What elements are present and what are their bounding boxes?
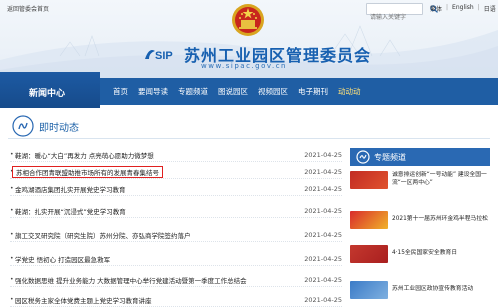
sidebar-item[interactable]: 4·15全民国家安全教育日 — [350, 244, 490, 264]
sidebar-item[interactable]: 2021第十一届苏州环金鸡半程马拉松 — [350, 210, 490, 230]
news-item[interactable]: • 学党史 悟初心 打造园区最急救军 2021-04-25 — [10, 252, 342, 266]
nav-item-topics[interactable]: 专题频道 — [173, 78, 213, 105]
news-date: 2021-04-25 — [304, 275, 342, 284]
news-title[interactable]: 鞋湖：扎实开展“沉浸式”党史学习教育 — [15, 206, 302, 216]
news-date: 2021-04-25 — [304, 167, 342, 176]
topic-thumbnail — [350, 211, 388, 229]
nav-items: 首页 要闻导读 专题频道 图说园区 视频园区 电子期刊 动动动 — [108, 78, 366, 105]
sidebar-item-text[interactable]: 4·15全民国家安全教育日 — [392, 250, 457, 258]
news-title[interactable]: 旗工交叉研究院（研究生院）苏州分院、亦弘商学院签约落户 — [15, 230, 302, 240]
news-title[interactable]: 强化数据思维 提升业务能力 大数据管理中心举行党建活动暨第一季度工作总结会 — [15, 275, 302, 285]
util-link-english[interactable]: English — [452, 4, 474, 13]
util-link-japanese[interactable]: 日语 — [484, 4, 496, 13]
section-divider — [8, 138, 490, 139]
news-item[interactable]: • 旗工交叉研究院（研究生院）苏州分院、亦弘商学院签约落户 2021-04-25 — [10, 228, 342, 242]
sip-logo: SIP — [143, 45, 177, 63]
logo-text: SIP — [155, 50, 173, 62]
sidebar-item[interactable]: 诚意排运创新“一号动能” 建设全国一流“一区两中心” — [350, 170, 490, 190]
sidebar-item[interactable]: 苏州工业园区政协宣传教育活动 — [350, 280, 490, 300]
news-date: 2021-04-25 — [304, 206, 342, 215]
section-heading: 即时动态 — [8, 115, 490, 139]
news-date: 2021-04-25 — [304, 295, 342, 304]
search-box[interactable] — [366, 3, 423, 23]
search-input[interactable] — [367, 12, 415, 23]
news-item[interactable]: • 鞋湖：扎实开展“沉浸式”党史学习教育 2021-04-25 — [10, 204, 342, 218]
news-title[interactable]: 苏相合作团青联盟助推市场所有的发展青春集结号 — [12, 165, 163, 178]
topic-thumbnail — [350, 171, 388, 189]
section-title: 即时动态 — [39, 123, 79, 134]
divider: | — [446, 4, 449, 11]
national-emblem-icon — [232, 4, 264, 36]
news-item[interactable]: • 强化数据思维 提升业务能力 大数据管理中心举行党建活动暨第一季度工作总结会 … — [10, 273, 342, 287]
nav-item-news-guide[interactable]: 要闻导读 — [133, 78, 173, 105]
nav-item-videos[interactable]: 视频园区 — [253, 78, 293, 105]
back-home-link[interactable]: 返回管委会首页 — [7, 4, 49, 13]
news-date: 2021-04-25 — [304, 230, 342, 239]
news-title[interactable]: 学党史 悟初心 打造园区最急救军 — [15, 254, 302, 264]
sip-logo-icon: SIP — [145, 50, 173, 62]
topics-icon — [356, 150, 370, 164]
news-title[interactable]: 鞋湖：暖心“大白”再发力 点亮萌心愿助力微梦想 — [15, 150, 302, 160]
nav-item-photos[interactable]: 图说园区 — [213, 78, 253, 105]
news-date: 2021-04-25 — [304, 184, 342, 193]
nav-item-home[interactable]: 首页 — [108, 78, 133, 105]
section-icon — [12, 115, 34, 137]
news-item[interactable]: • 金鸡湖酒店集团扎实开展党史学习教育 2021-04-25 — [10, 182, 342, 196]
sidebar-title: 专题频道 — [374, 152, 406, 162]
site-url: www.sipac.gov.cn — [201, 62, 287, 70]
news-item[interactable]: • 园区税务主家全体党费主题上党史学习教育讲座 2021-04-25 — [10, 293, 342, 307]
util-links: 繁体 | English | 日语 — [430, 4, 496, 13]
news-date: 2021-04-25 — [304, 150, 342, 159]
util-link-traditional[interactable]: 繁体 — [430, 4, 442, 13]
topic-thumbnail — [350, 281, 388, 299]
divider: | — [477, 4, 480, 11]
sidebar-item-text[interactable]: 2021第十一届苏州环金鸡半程马拉松 — [392, 216, 488, 224]
news-date: 2021-04-25 — [304, 254, 342, 263]
news-title[interactable]: 园区税务主家全体党费主题上党史学习教育讲座 — [15, 295, 302, 305]
sidebar-item-text[interactable]: 苏州工业园区政协宣传教育活动 — [392, 286, 473, 294]
news-item-highlighted[interactable]: • 苏相合作团青联盟助推市场所有的发展青春集结号 2021-04-25 — [10, 165, 342, 179]
news-title[interactable]: 金鸡湖酒店集团扎实开展党史学习教育 — [15, 184, 302, 194]
news-item[interactable]: • 鞋湖：暖心“大白”再发力 点亮萌心愿助力微梦想 2021-04-25 — [10, 148, 342, 162]
topic-thumbnail — [350, 245, 388, 263]
sidebar-header: 专题频道 — [350, 148, 490, 166]
sidebar-item-text[interactable]: 诚意排运创新“一号动能” 建设全国一流“一区两中心” — [392, 172, 490, 188]
nav-item-ejournal[interactable]: 电子期刊 — [293, 78, 333, 105]
topics-sidebar: 专题频道 诚意排运创新“一号动能” 建设全国一流“一区两中心” 2021第十一届… — [350, 148, 490, 308]
nav-item-dynamic[interactable]: 动动动 — [333, 78, 366, 105]
nav-section-label: 新闻中心 — [29, 89, 66, 99]
